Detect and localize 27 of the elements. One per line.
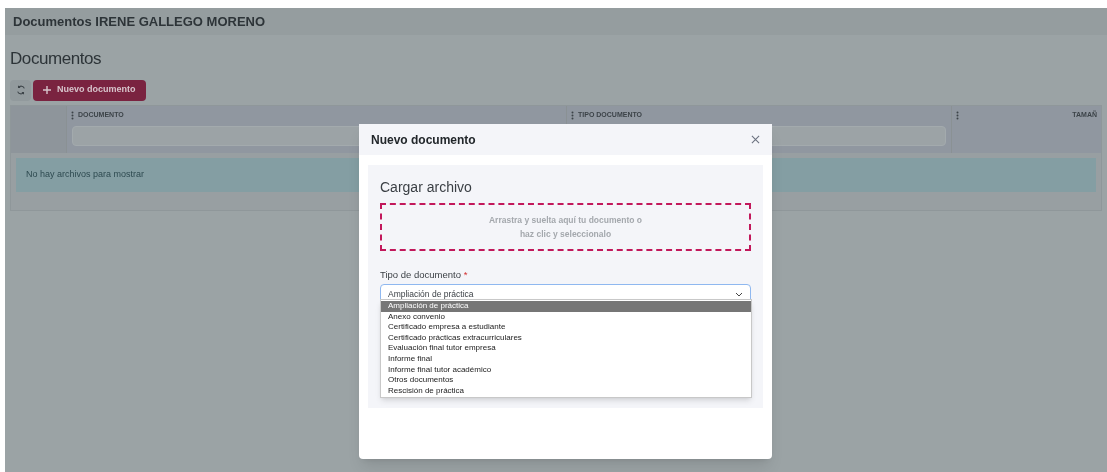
dropdown-option[interactable]: Evaluación final tutor empresa — [381, 343, 751, 354]
upload-title: Cargar archivo — [380, 178, 473, 197]
required-mark: * — [463, 269, 468, 280]
refresh-icon — [15, 85, 26, 95]
chevron-down-icon — [735, 292, 743, 298]
refresh-button[interactable] — [10, 79, 31, 101]
dropdown-option[interactable]: Anexo convenio — [381, 311, 751, 323]
field-label: Tipo de documento — [380, 269, 461, 280]
dropdown-option[interactable]: Otros documentos — [381, 375, 751, 386]
dropzone-text: Arrastra y suelta aquí tu documento o — [489, 214, 642, 227]
dropdown-option[interactable]: Ampliación de práctica — [381, 301, 751, 312]
dropdown-option[interactable]: Informe final — [381, 353, 751, 365]
page-title: Documentos IRENE GALLEGO MORENO — [13, 12, 266, 31]
modal-title: Nuevo documento — [371, 131, 476, 149]
empty-message: No hay archivos para mostrar — [26, 167, 145, 181]
drag-handle-icon[interactable] — [71, 111, 74, 120]
dropdown-option[interactable]: Certificado prácticas extracurriculares — [381, 332, 751, 344]
plus-icon — [43, 86, 51, 94]
dropdown-option[interactable]: Informe final tutor académico — [381, 364, 751, 376]
dropdown-option[interactable]: Rescisión de práctica — [381, 385, 751, 397]
section-title: Documentos — [10, 48, 103, 70]
drag-handle-icon[interactable] — [571, 111, 574, 120]
dropzone-text: haz clic y seleccionalo — [519, 228, 612, 241]
close-icon[interactable] — [751, 135, 760, 144]
dropdown-option[interactable]: Certificado empresa a estudiante — [381, 322, 751, 333]
new-document-button[interactable]: Nuevo documento — [33, 79, 146, 101]
drag-handle-icon[interactable] — [956, 111, 959, 120]
